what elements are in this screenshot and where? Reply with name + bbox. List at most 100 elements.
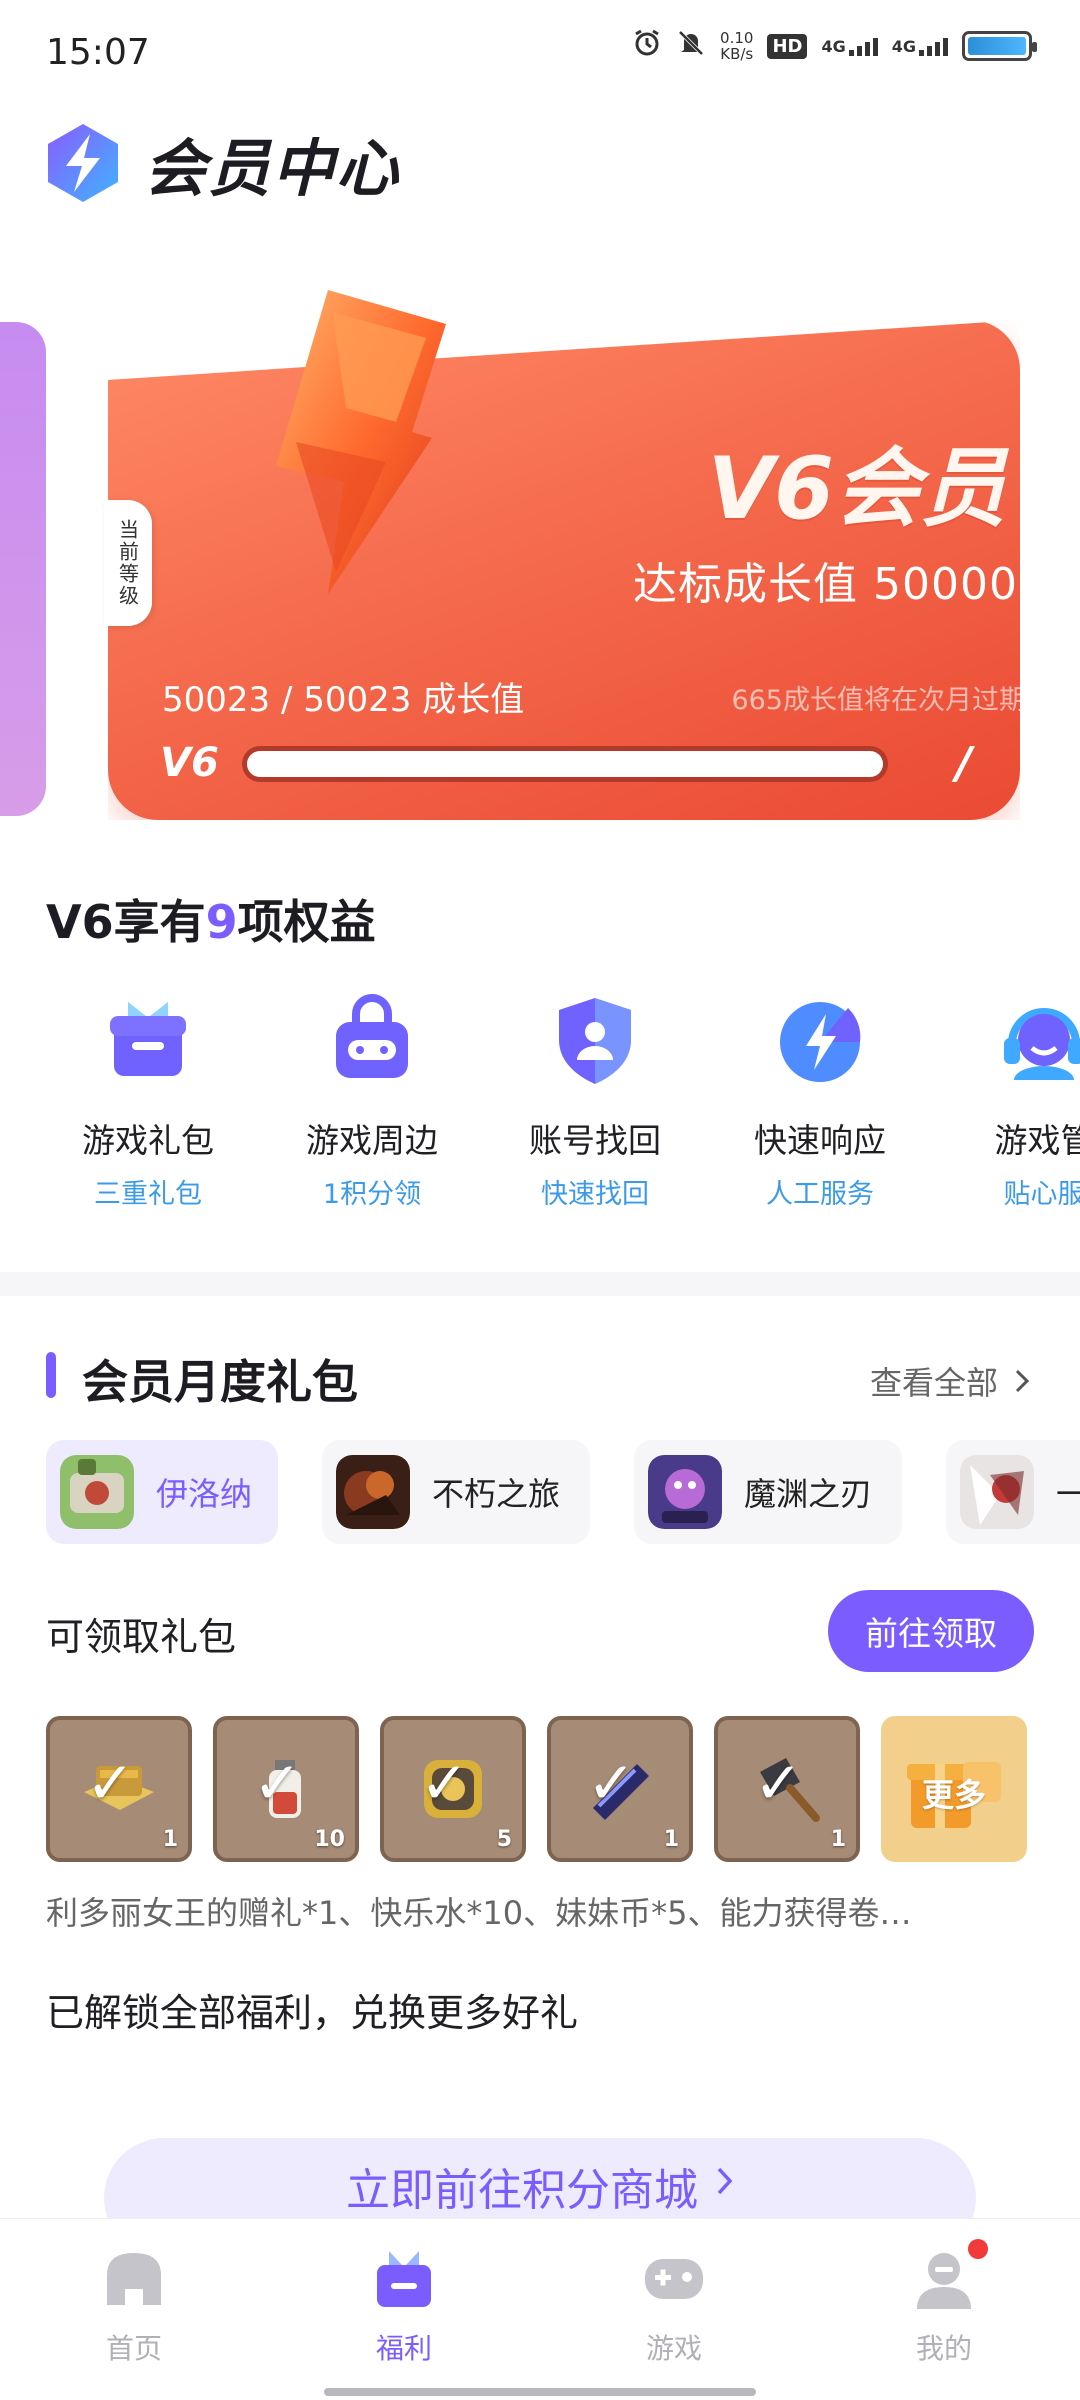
profile-icon [917, 2253, 971, 2309]
nav-home[interactable]: 首页 [34, 2245, 234, 2367]
sim1-label: 4G [821, 36, 846, 56]
game-thumbnail-icon [960, 1455, 1034, 1529]
home-indicator[interactable] [324, 2388, 756, 2396]
gift-items-row: ✓ 1 ✓ 10 ✓ 5 ✓ 1 ✓ 1 更多 [46, 1716, 1046, 1862]
alarm-icon [632, 28, 662, 64]
game-name: 魔渊之刃 [744, 1475, 873, 1513]
check-icon: ✓ [420, 1749, 469, 1817]
benefits-title: V6享有9项权益 [46, 886, 376, 952]
benefit-name: 账号找回 [529, 1121, 661, 1160]
status-bar: 15:07 0.10 KB/s HD 4G 4G [0, 0, 1080, 100]
section-divider [0, 1272, 1080, 1296]
current-level-tag: 当前等级 [104, 500, 152, 626]
benefit-sub: 快速找回 [541, 1179, 649, 1210]
benefits-title-suffix: 项权益 [237, 895, 376, 949]
card-current-level: V6 [160, 740, 219, 786]
item-count: 5 [496, 1827, 512, 1852]
hd-icon: HD [767, 33, 808, 59]
game-thumbnail-icon [336, 1455, 410, 1529]
game-tab-more[interactable]: 一 [946, 1440, 1080, 1544]
signal-icon: 4G [821, 36, 878, 56]
card-progress-text: 50023 / 50023 成长值 [162, 680, 525, 720]
benefit-game-gift[interactable]: 游戏礼包 三重礼包 [48, 990, 248, 1211]
lightning-emblem-icon [276, 290, 446, 594]
nav-profile[interactable]: 我的 [844, 2239, 1044, 2367]
nav-label: 我的 [915, 2332, 972, 2365]
gift-item[interactable]: ✓ 1 [547, 1716, 693, 1862]
item-count: 1 [830, 1827, 846, 1852]
monthly-gift-title: 会员月度礼包 [82, 1355, 358, 1409]
gift-item[interactable]: ✓ 1 [714, 1716, 860, 1862]
page-header: 会员中心 [44, 118, 400, 208]
benefit-sub: 三重礼包 [94, 1179, 202, 1210]
game-tab-abyss-blade[interactable]: 魔渊之刃 [634, 1440, 902, 1544]
mute-icon [676, 28, 706, 64]
nav-label: 游戏 [645, 2332, 702, 2365]
network-speed: 0.10 KB/s [720, 30, 753, 62]
benefits-title-prefix: V6享有 [46, 895, 206, 949]
gift-item[interactable]: ✓ 5 [380, 1716, 526, 1862]
view-all-link[interactable]: 查看全部 [870, 1358, 1030, 1404]
battery-icon [962, 31, 1037, 61]
game-thumbnail-icon [60, 1455, 134, 1529]
benefit-game-merch[interactable]: 游戏周边 1积分领 [272, 990, 472, 1211]
game-tab-elona[interactable]: 伊洛纳 [46, 1440, 278, 1544]
previous-level-card[interactable] [0, 322, 46, 816]
card-level-name: V6会员 [707, 439, 1006, 539]
speed-unit: KB/s [720, 45, 754, 63]
benefit-name: 快速响应 [754, 1121, 886, 1160]
gift-description: 利多丽女王的赠礼*1、快乐水*10、妹妹币*5、能力获得卷… [46, 1894, 912, 1932]
card-threshold: 达标成长值 50000 [633, 559, 1018, 610]
view-all-label: 查看全部 [869, 1364, 998, 1402]
gift-item[interactable]: ✓ 1 [46, 1716, 192, 1862]
nav-welfare[interactable]: 福利 [304, 2245, 504, 2367]
more-label: 更多 [921, 1776, 986, 1814]
gamepad-bag-icon [336, 994, 408, 1078]
game-thumbnail-icon [648, 1455, 722, 1529]
benefit-fast-response[interactable]: 快速响应 人工服务 [720, 990, 920, 1211]
item-count: 1 [663, 1827, 679, 1852]
check-icon: ✓ [587, 1749, 636, 1817]
claim-button[interactable]: 前往领取 [828, 1590, 1034, 1672]
app-logo-icon [48, 124, 118, 202]
chevron-right-icon [717, 2167, 733, 2195]
game-name: 伊洛纳 [156, 1475, 253, 1513]
home-icon [107, 2253, 161, 2305]
check-icon: ✓ [253, 1749, 302, 1817]
nav-games[interactable]: 游戏 [574, 2245, 774, 2367]
growth-progress-bar [242, 746, 888, 782]
benefits-row: 游戏礼包 三重礼包 游戏周边 1积分领 账号找回 快速找回 快速响应 人工服务 [0, 990, 1080, 1230]
benefit-name: 游戏礼包 [82, 1121, 214, 1160]
status-icons: 0.10 KB/s HD 4G 4G [632, 28, 1037, 64]
signal-icon: 4G [892, 37, 948, 56]
benefit-sub: 1积分领 [322, 1179, 422, 1210]
gift-icon [377, 2251, 431, 2307]
status-time: 15:07 [46, 32, 150, 73]
benefit-sub: 人工服务 [766, 1179, 874, 1210]
card-expire-note: 665成长值将在次月过期 [731, 685, 1026, 716]
section-accent-bar [46, 1352, 56, 1398]
account-shield-icon [559, 998, 631, 1084]
more-gifts-button[interactable]: 更多 [881, 1716, 1027, 1862]
item-count: 1 [162, 1827, 178, 1852]
growth-progress-fill [247, 751, 883, 777]
claimable-label: 可领取礼包 [46, 1615, 237, 1659]
item-count: 10 [314, 1827, 345, 1852]
benefit-name: 游戏周边 [306, 1121, 438, 1160]
benefit-account-recovery[interactable]: 账号找回 快速找回 [495, 990, 695, 1211]
check-icon: ✓ [86, 1749, 135, 1817]
fast-response-icon [780, 1002, 861, 1082]
gamepad-icon [645, 2259, 703, 2299]
benefit-sub: 贴心服 [1003, 1179, 1080, 1210]
gift-item[interactable]: ✓ 10 [213, 1716, 359, 1862]
bottom-nav: 首页 福利 游戏 我的 [0, 2218, 1080, 2400]
game-name: 不朽之旅 [432, 1475, 561, 1513]
sim2-label: 4G [891, 36, 916, 56]
unlocked-text: 已解锁全部福利，兑换更多好礼 [46, 1991, 579, 2035]
page-title: 会员中心 [144, 132, 401, 205]
benefit-game-manager[interactable]: 游戏管 贴心服 [944, 990, 1080, 1211]
notification-dot [968, 2239, 988, 2259]
game-name: 一 [1056, 1475, 1080, 1513]
chevron-right-icon [1015, 1369, 1030, 1393]
game-tab-immortal-journey[interactable]: 不朽之旅 [322, 1440, 590, 1544]
